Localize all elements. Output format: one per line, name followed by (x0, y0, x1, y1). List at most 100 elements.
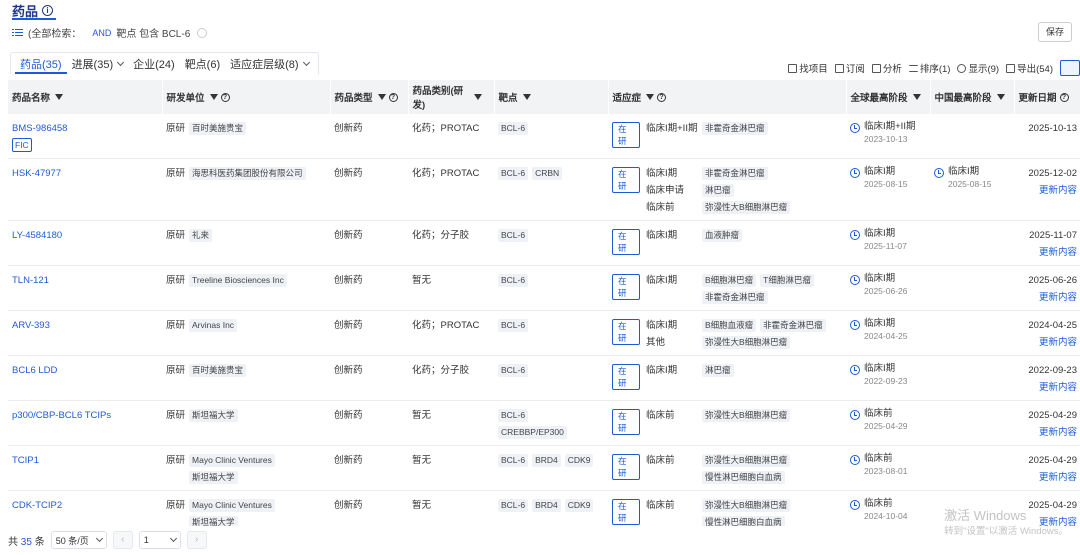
table-row[interactable]: p300/CBP-BCL6 TCIPs 原研 斯坦福大学 创新药 暂无 BCL-6 CREB… (8, 400, 1080, 446)
update-content-link[interactable]: 更新内容 (1018, 334, 1077, 351)
filter-icon[interactable] (522, 94, 531, 100)
drug-name-link[interactable]: LY-4584180 (12, 230, 62, 241)
drug-category: 暂无 (408, 400, 494, 446)
target-chip: CRBN (532, 166, 563, 180)
filter-icon[interactable] (912, 94, 921, 100)
table-row[interactable]: ARV-393 原研 Arvinas Inc 创新药 化药；PROTAC BCL-6 在研临… (8, 310, 1080, 356)
sort-button[interactable]: 排序(1) (908, 61, 950, 75)
tab-0[interactable]: 药品(35) (15, 53, 67, 74)
col-header-type: 药品类型? (330, 80, 409, 114)
phase-date: 2024-10-04 (864, 511, 908, 521)
help-icon[interactable]: ? (1059, 92, 1069, 102)
tab-4[interactable]: 适应症层级(8) (225, 53, 313, 74)
disease-chip: 非霍奇金淋巴瘤 (760, 318, 826, 332)
filter-icon[interactable] (55, 94, 64, 100)
target-chip: BCL-6 (498, 166, 529, 180)
drug-name-link[interactable]: BCL6 LDD (12, 365, 57, 376)
table-row[interactable]: TCIP1原研Mayo Clinic Ventures原研斯坦福大学创新药暂无B… (8, 445, 1080, 491)
target-chip: CDK9 (564, 498, 594, 512)
filter-icon[interactable] (646, 94, 655, 100)
tab-1[interactable]: 进展(35) (67, 53, 129, 74)
drug-category: 化药；分子胶 (408, 355, 494, 401)
fic-badge: FIC (12, 138, 32, 152)
analyze-button[interactable]: 分析 (871, 61, 902, 75)
page-size-select[interactable]: 50 条/页 (50, 531, 107, 549)
drug-name-link[interactable]: ARV-393 (12, 320, 50, 331)
indication-phase: 临床I期 (646, 230, 678, 241)
indication-phase: 临床I期 (646, 275, 678, 286)
info-icon[interactable]: i (42, 5, 54, 16)
drug-name-link[interactable]: p300/CBP-BCL6 TCIPs (12, 410, 111, 421)
developer-chip: 斯坦福大学 (189, 515, 238, 526)
table-row[interactable]: BCL6 LDD 原研 百时美施贵宝 创新药 化药；分子胶 BCL-6 在研 临床I期 淋巴瘤临… (8, 355, 1080, 401)
next-page-button[interactable]: › (186, 531, 207, 549)
help-icon[interactable]: ? (388, 92, 398, 102)
developer-chip: 百时美施贵宝 (189, 121, 247, 135)
target-chip: BCL-6 (498, 408, 529, 422)
drug-name-link[interactable]: TLN-121 (12, 275, 49, 286)
update-content-link[interactable]: 更新内容 (1018, 379, 1077, 396)
page-number-select[interactable]: 1 (138, 531, 181, 549)
subscribe-button[interactable]: 订阅 (834, 61, 865, 75)
update-content-link[interactable]: 更新内容 (1018, 244, 1077, 261)
clock-icon (850, 455, 860, 465)
update-content-link[interactable]: 更新内容 (1018, 469, 1077, 486)
filter-icon[interactable] (996, 94, 1005, 100)
drug-name-link[interactable]: BMS-986458 (12, 123, 67, 134)
filter-list-icon[interactable] (12, 28, 23, 38)
developer-chip: 海思科医药集团股份有限公司 (189, 166, 306, 180)
help-icon[interactable]: ? (220, 92, 230, 102)
table-view-toggle[interactable] (1060, 60, 1080, 76)
filter-icon[interactable] (473, 94, 482, 100)
developer-chip: 礼来 (189, 228, 213, 242)
table-row[interactable]: BMS-986458 FIC 原研 百时美施贵宝 创新药 化药；PROTAC BCL-6 在研… (8, 114, 1080, 159)
drug-name-link[interactable]: HSK-47977 (12, 168, 61, 179)
chevron-down-icon (169, 534, 177, 543)
help-icon[interactable]: ? (657, 92, 667, 102)
prev-page-button[interactable]: ‹ (112, 531, 133, 549)
col-header-indication: 适应症? (608, 80, 847, 114)
bookmark-icon (834, 63, 844, 73)
phase-date: 2024-04-25 (864, 331, 908, 341)
phase-date: 2025-08-15 (864, 179, 908, 189)
filter-icon[interactable] (209, 94, 218, 100)
update-content-link[interactable]: 更新内容 (1018, 424, 1077, 441)
disease-chip: 非霍奇金淋巴瘤 (702, 290, 768, 304)
drug-category: 化药；分子胶 (408, 220, 494, 266)
total-label: 共 35 条 (8, 536, 45, 548)
update-content-link[interactable]: 更新内容 (1018, 289, 1077, 306)
update-date: 2022-09-23 (1028, 365, 1077, 376)
find-project-button[interactable]: 找项目 (788, 61, 828, 75)
tab-3[interactable]: 靶点(6) (180, 53, 225, 74)
drug-name-link[interactable]: TCIP1 (12, 455, 39, 466)
remove-condition-icon[interactable] (197, 27, 208, 38)
update-content-link[interactable]: 更新内容 (1018, 182, 1077, 199)
developer-chip: 斯坦福大学 (189, 408, 238, 422)
drug-type: 创新药 (330, 220, 408, 266)
phase-name: 临床I期 (864, 363, 896, 374)
table-row[interactable]: CDK-TCIP2原研Mayo Clinic Ventures原研斯坦福大学创新… (8, 490, 1080, 526)
target-chip: BCL-6 (498, 318, 529, 332)
phase-date: 2025-06-26 (864, 286, 908, 296)
status-badge: 在研 (612, 319, 640, 345)
phase-name: 临床I期 (864, 318, 896, 329)
table-row[interactable]: LY-4584180 原研 礼来 创新药 化药；分子胶 BCL-6 在研 临床I期 血液肿瘤 临床… (8, 220, 1080, 266)
target-chip: BCL-6 (498, 273, 529, 287)
table-row[interactable]: HSK-47977 原研 海思科医药集团股份有限公司 创新药 化药；PROTAC BCL-… (8, 158, 1080, 221)
target-chip: BCL-6 (498, 498, 529, 512)
phase-date: 2023-10-13 (864, 134, 908, 144)
tab-2[interactable]: 企业(24) (128, 53, 180, 74)
target-chip: CDK9 (564, 453, 594, 467)
developer-chip: Treeline Biosciences Inc (189, 273, 287, 287)
phase-date: 2025-04-29 (864, 421, 908, 431)
phase-name: 临床I期 (864, 228, 896, 239)
table-row[interactable]: TLN-121 原研 Treeline Biosciences Inc 创新药 暂无 BC… (8, 265, 1080, 311)
origin-label: 原研 (166, 410, 186, 421)
filter-icon[interactable] (377, 94, 386, 100)
export-button[interactable]: 导出(54) (1006, 61, 1053, 75)
save-button[interactable]: 保存 (1038, 22, 1072, 42)
col-header-update: 更新日期? (1014, 80, 1080, 114)
drug-name-link[interactable]: CDK-TCIP2 (12, 500, 62, 511)
col-header-developer: 研发单位? (162, 80, 331, 114)
display-button[interactable]: 显示(9) (957, 61, 999, 75)
